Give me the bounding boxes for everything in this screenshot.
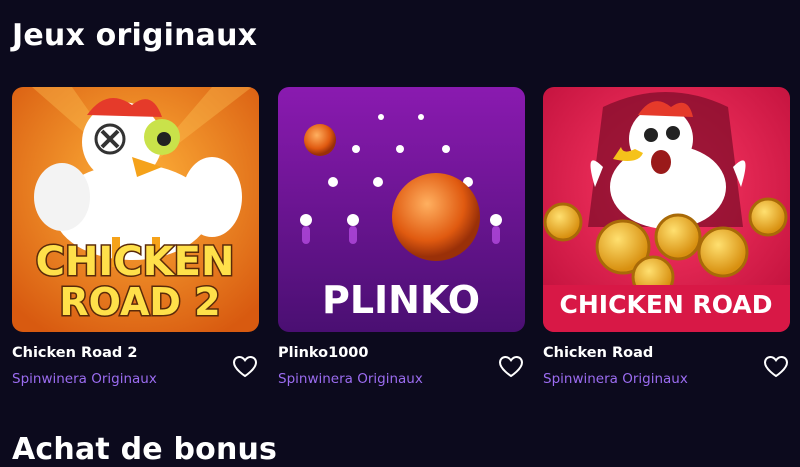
plinko-artwork: PLINKO: [278, 87, 525, 332]
art-text-line2: ROAD 2: [59, 280, 220, 324]
game-title[interactable]: Chicken Road: [543, 345, 653, 361]
game-card-chicken-road[interactable]: CHICKEN ROAD Chicken Road Spinwinera Ori…: [543, 87, 790, 387]
section-title-bonus-buy: Achat de bonus: [12, 432, 278, 467]
game-thumbnail[interactable]: CHICKEN ROAD: [543, 87, 790, 332]
game-title[interactable]: Plinko1000: [278, 345, 368, 361]
heart-icon[interactable]: [763, 355, 791, 381]
game-provider[interactable]: Spinwinera Originaux: [278, 371, 423, 387]
game-thumbnail[interactable]: CHICKEN ROAD 2: [12, 87, 259, 332]
art-text-line1: PLINKO: [322, 278, 480, 322]
heart-icon[interactable]: [498, 355, 526, 381]
art-text-line1: CHICKEN ROAD: [560, 290, 773, 319]
game-provider[interactable]: Spinwinera Originaux: [543, 371, 688, 387]
chicken-road-artwork: CHICKEN ROAD: [543, 87, 790, 332]
game-thumbnail[interactable]: PLINKO: [278, 87, 525, 332]
game-card-plinko1000[interactable]: PLINKO Plinko1000 Spinwinera Originaux: [278, 87, 525, 387]
chicken-road-2-artwork: CHICKEN ROAD 2: [12, 87, 259, 332]
section-title-originals: Jeux originaux: [12, 18, 258, 53]
heart-icon[interactable]: [232, 355, 260, 381]
game-title[interactable]: Chicken Road 2: [12, 345, 137, 361]
art-text-line1: CHICKEN: [36, 239, 235, 285]
game-card-chicken-road-2[interactable]: CHICKEN ROAD 2 Chicken Road 2 Spinwinera…: [12, 87, 259, 387]
game-provider[interactable]: Spinwinera Originaux: [12, 371, 157, 387]
